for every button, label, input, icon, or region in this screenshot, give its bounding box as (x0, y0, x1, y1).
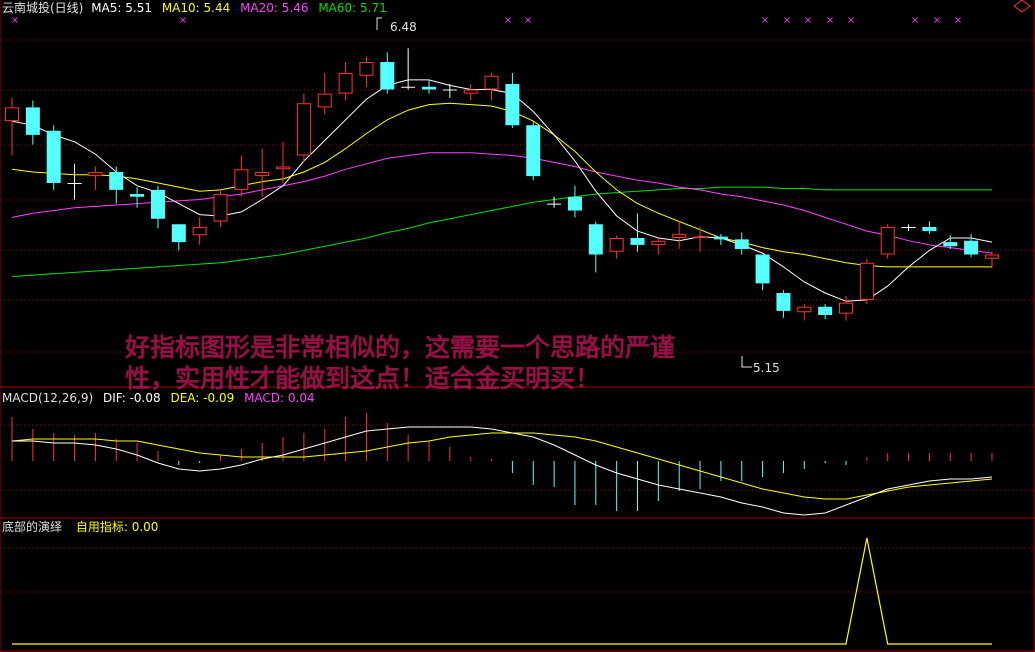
ma60-label: MA60: (318, 1, 357, 15)
candle-body (484, 75, 499, 90)
signal-mark: × (847, 15, 855, 26)
bottom-indicator-name: 底部的演绎 (2, 520, 63, 534)
candle-body (651, 240, 666, 245)
ma5-label: MA5: (91, 1, 122, 15)
candle-body (943, 242, 958, 247)
candle-body (359, 62, 374, 76)
high-price-label: 6.48 (390, 20, 417, 34)
candle-body (984, 254, 999, 259)
candle-body (130, 194, 145, 197)
candle-body (296, 103, 311, 156)
stock-name: 云南城投(日线) (2, 1, 84, 15)
candle-body (25, 107, 40, 135)
diamond-icon (1013, 0, 1031, 13)
candle-body (46, 130, 61, 183)
candle-body (88, 172, 103, 177)
macd-name: MACD(12,26,9) (2, 391, 94, 405)
candle-body (734, 239, 749, 249)
candle-body (422, 86, 436, 90)
candle-body (276, 166, 291, 170)
low-marker (741, 356, 752, 368)
candle-body (463, 89, 478, 94)
signal-mark: × (524, 15, 532, 26)
signal-mark: × (783, 15, 791, 26)
custom-indicator-line (12, 537, 992, 645)
candle-body (213, 194, 228, 222)
dif-line (12, 426, 993, 516)
candle-body (922, 227, 937, 232)
custom-indicator-label: 自用指标: (75, 520, 128, 534)
signal-mark: × (504, 15, 512, 26)
candle-body (234, 169, 249, 190)
dea-line (11, 432, 993, 500)
signal-mark: × (804, 15, 812, 26)
candle-body (818, 306, 833, 315)
candle-body (901, 227, 916, 228)
ma10-line (11, 102, 992, 268)
candle-body (609, 238, 624, 252)
candle-body (67, 183, 82, 184)
ma5-value: 5.51 (125, 1, 152, 15)
bottom-panel-header: 底部的演绎 自用指标: 0.00 (2, 520, 158, 534)
chart-canvas: × × × × × × × × × × × × (0, 0, 1035, 652)
candle-body (401, 86, 416, 88)
candle-body (317, 93, 332, 108)
stock-chart: × × × × × × × × × × × × 云南城投(日线) MA5: 5.51 MA10: 5.… (0, 0, 1035, 652)
ma20-value: 5.46 (281, 1, 309, 15)
candle-body (5, 107, 19, 122)
custom-indicator-value: 0.00 (131, 520, 159, 534)
low-price-label: 5.15 (753, 361, 780, 375)
signal-mark: × (933, 15, 941, 26)
signal-mark: × (11, 15, 19, 26)
candle-body (192, 227, 207, 236)
signal-mark: × (826, 15, 834, 26)
candle-body (547, 203, 562, 205)
signal-mark: × (954, 15, 962, 26)
ma20-label: MA20: (240, 1, 278, 15)
candle-body (755, 254, 770, 284)
candle-body (964, 240, 979, 255)
candle-body (338, 73, 353, 94)
candle-body (442, 89, 457, 91)
candle-body (839, 302, 853, 314)
candle-body (776, 293, 791, 311)
candle-body (255, 172, 270, 177)
candle-body (588, 224, 603, 255)
dif-label: DIF: (102, 391, 126, 405)
candle-body (859, 262, 874, 300)
candle-body (630, 238, 645, 245)
candle-body (797, 306, 812, 313)
signal-mark: × (761, 15, 769, 26)
candle-body (526, 125, 541, 177)
candle-body (567, 196, 582, 211)
high-marker (376, 17, 382, 30)
candle-body (713, 236, 728, 240)
candle-body (505, 84, 520, 126)
signal-mark: × (911, 15, 919, 26)
candle-body (672, 233, 687, 238)
candle-body (880, 227, 895, 255)
candle-body (380, 62, 395, 90)
candle-body (109, 172, 124, 190)
candle-body (171, 224, 186, 243)
ma10-value: 5.44 (203, 1, 231, 15)
candle-body (150, 189, 165, 219)
signal-mark: × (179, 15, 187, 26)
candle-body (693, 236, 708, 239)
ma60-value: 5.71 (360, 1, 387, 15)
main-panel-header: 云南城投(日线) MA5: 5.51 MA10: 5.44 MA20: 5.46… (2, 1, 387, 15)
overlay-caption: 好指标图形是非常相似的，这需要一个思路的严谨性，实用性才能做到这点！适合金买明买… (125, 333, 676, 393)
ma10-label: MA10: (161, 1, 200, 15)
